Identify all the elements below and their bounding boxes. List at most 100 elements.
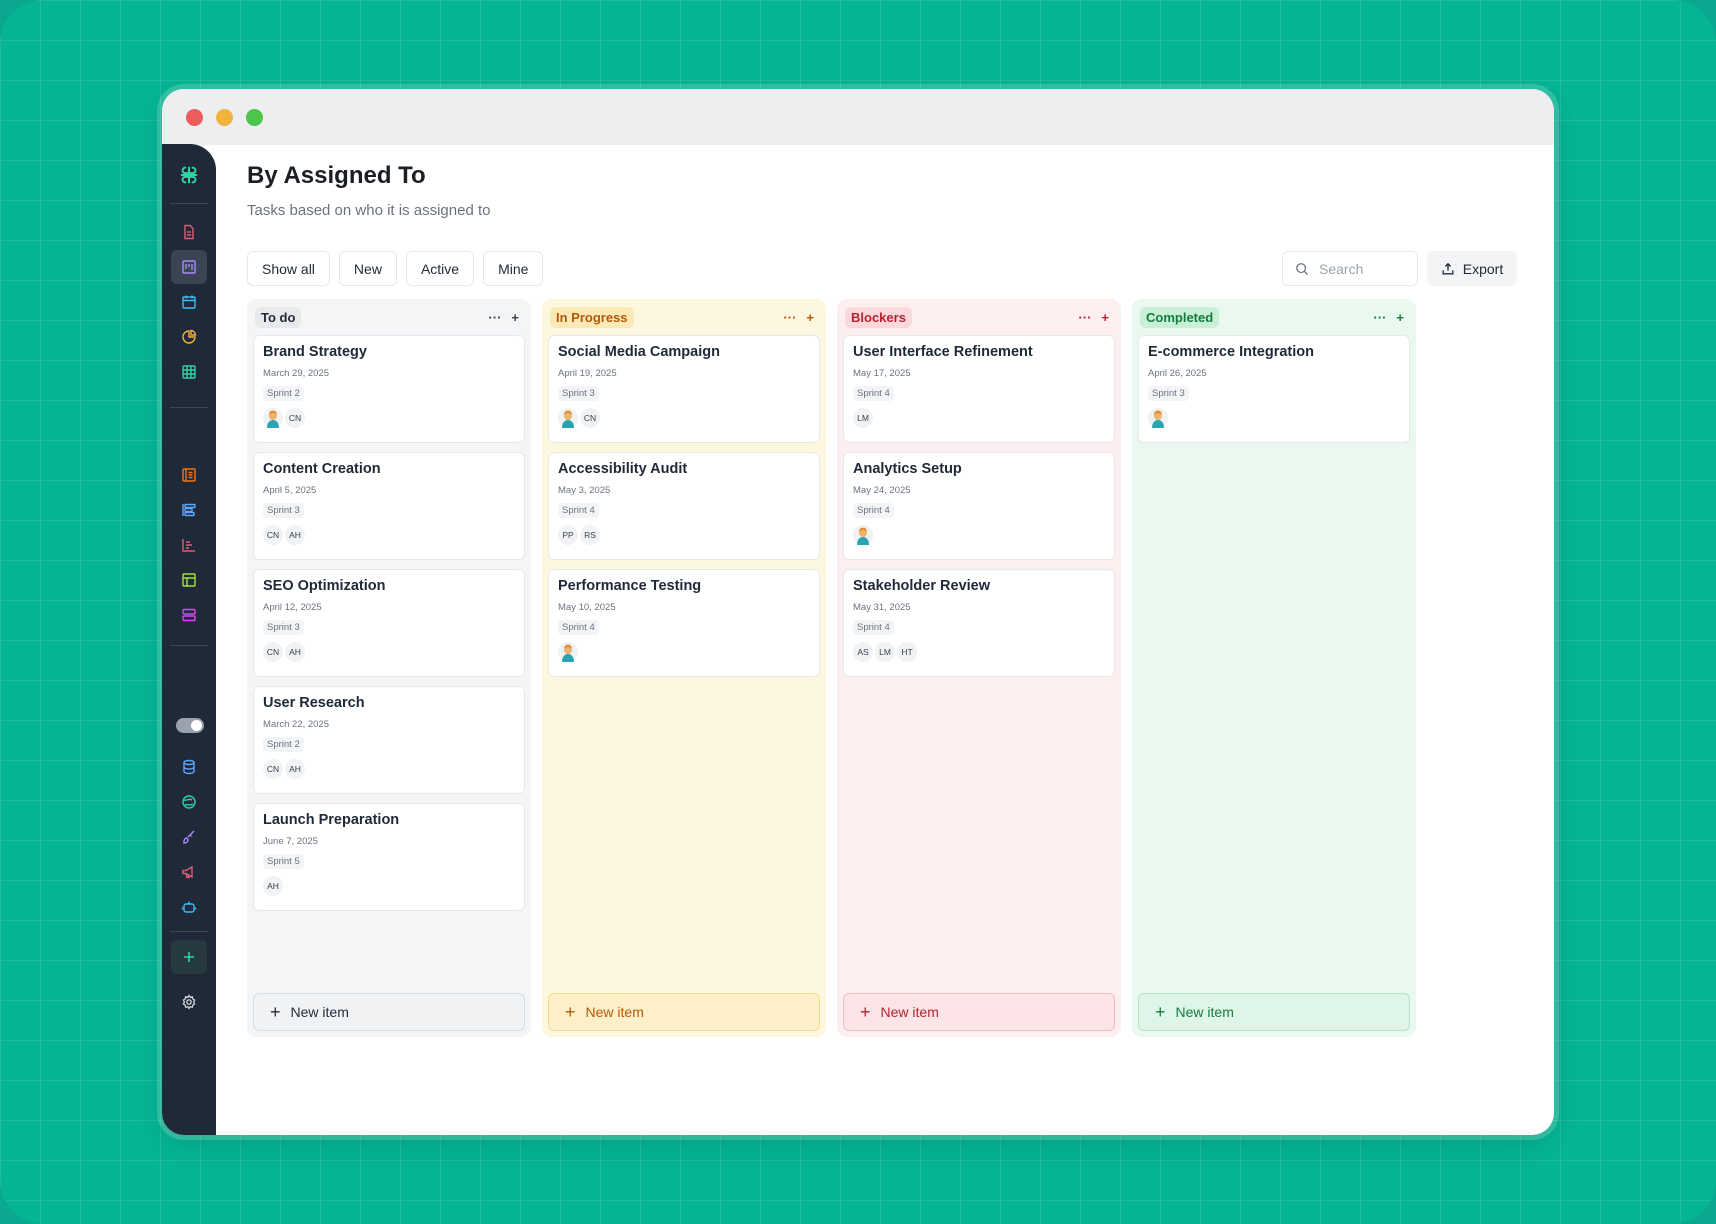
- filter-show-all-button[interactable]: Show all: [247, 251, 330, 286]
- card-date: May 24, 2025: [853, 485, 911, 496]
- close-window-button[interactable]: [186, 109, 203, 126]
- task-card[interactable]: User Interface Refinement May 17, 2025 Spr…: [843, 335, 1115, 443]
- calendar-icon[interactable]: [171, 285, 207, 319]
- board-icon[interactable]: [171, 250, 207, 284]
- search-input[interactable]: Search: [1282, 251, 1418, 286]
- assignee-avatar[interactable]: LM: [875, 642, 895, 662]
- card-date: May 17, 2025: [853, 368, 911, 379]
- rows-icon[interactable]: [171, 493, 207, 527]
- document-icon[interactable]: [171, 215, 207, 249]
- app-logo-icon[interactable]: [171, 158, 207, 192]
- assignee-list: CN: [263, 408, 515, 428]
- assignee-avatar[interactable]: CN: [263, 759, 283, 779]
- task-card[interactable]: Content Creation April 5, 2025 Sprint 3 CN A…: [253, 452, 525, 560]
- export-button[interactable]: Export: [1427, 251, 1517, 286]
- sprint-badge: Sprint 4: [853, 386, 894, 401]
- column-tools: ··· +: [1078, 310, 1113, 325]
- more-options-icon[interactable]: ···: [1078, 310, 1091, 325]
- task-card[interactable]: User Research March 22, 2025 Sprint 2 CN AH: [253, 686, 525, 794]
- assignee-avatar[interactable]: CN: [285, 408, 305, 428]
- assignee-list: CN: [558, 408, 810, 428]
- more-options-icon[interactable]: ···: [1373, 310, 1386, 325]
- new-item-button[interactable]: + New item: [548, 993, 820, 1031]
- new-item-button[interactable]: + New item: [253, 993, 525, 1031]
- assignee-avatar[interactable]: AH: [285, 642, 305, 662]
- card-title: E-commerce Integration: [1148, 344, 1314, 360]
- gear-icon[interactable]: [171, 985, 207, 1019]
- avatar-photo[interactable]: [558, 408, 578, 428]
- bar-chart-icon[interactable]: [171, 528, 207, 562]
- assignee-list: CN AH: [263, 525, 515, 545]
- task-card[interactable]: E-commerce Integration April 26, 2025 Spri…: [1138, 335, 1410, 443]
- brush-icon[interactable]: [171, 820, 207, 854]
- assignee-avatar[interactable]: PP: [558, 525, 578, 545]
- add-card-icon[interactable]: +: [1396, 310, 1404, 325]
- more-options-icon[interactable]: ···: [783, 310, 796, 325]
- plus-icon: +: [860, 1001, 871, 1022]
- card-title: Launch Preparation: [263, 812, 400, 828]
- assignee-avatar[interactable]: AS: [853, 642, 873, 662]
- card-title: Social Media Campaign: [558, 344, 720, 360]
- pie-chart-icon[interactable]: [171, 320, 207, 354]
- globe-icon[interactable]: [171, 785, 207, 819]
- add-card-icon[interactable]: +: [806, 310, 814, 325]
- new-item-button[interactable]: + New item: [843, 993, 1115, 1031]
- sidebar-divider: [170, 407, 208, 408]
- filter-mine-button[interactable]: Mine: [483, 251, 544, 286]
- assignee-avatar[interactable]: HT: [897, 642, 917, 662]
- filter-active-button[interactable]: Active: [405, 251, 475, 286]
- avatar-photo[interactable]: [558, 642, 578, 662]
- maximize-window-button[interactable]: [246, 109, 263, 126]
- avatar-photo[interactable]: [1148, 408, 1168, 428]
- page-title: By Assigned To: [247, 162, 426, 189]
- add-card-icon[interactable]: +: [1101, 310, 1109, 325]
- avatar-photo[interactable]: [853, 525, 873, 545]
- assignee-avatar[interactable]: CN: [580, 408, 600, 428]
- column-title: Blockers: [845, 306, 912, 328]
- column-to-do: To do ··· + Brand Strategy March 29, 2025 Spr…: [247, 299, 531, 1037]
- task-card[interactable]: Performance Testing May 10, 2025 Sprint 4: [548, 569, 820, 677]
- grid-icon[interactable]: [171, 563, 207, 597]
- add-card-icon[interactable]: +: [511, 310, 519, 325]
- filter-new-button[interactable]: New: [338, 251, 397, 286]
- assignee-avatar[interactable]: CN: [263, 525, 283, 545]
- card-date: March 29, 2025: [263, 368, 330, 379]
- sprint-badge: Sprint 4: [853, 620, 894, 635]
- task-card[interactable]: Social Media Campaign April 19, 2025 Sprin…: [548, 335, 820, 443]
- assignee-avatar[interactable]: AH: [263, 876, 283, 896]
- assignee-list: CN AH: [263, 642, 515, 662]
- card-list: Brand Strategy March 29, 2025 Sprint 2 CN Co…: [253, 335, 525, 911]
- assignee-avatar[interactable]: AH: [285, 525, 305, 545]
- task-card[interactable]: Analytics Setup May 24, 2025 Sprint 4: [843, 452, 1115, 560]
- assignee-avatar[interactable]: LM: [853, 408, 873, 428]
- card-title: Content Creation: [263, 461, 381, 477]
- avatar-photo[interactable]: [263, 408, 283, 428]
- column-tools: ··· +: [783, 310, 818, 325]
- card-date: April 12, 2025: [263, 602, 322, 613]
- task-card[interactable]: Launch Preparation June 7, 2025 Sprint 5 AH: [253, 803, 525, 911]
- database-icon[interactable]: [171, 750, 207, 784]
- plus-icon: +: [565, 1001, 576, 1022]
- list-icon[interactable]: [171, 458, 207, 492]
- search-placeholder: Search: [1319, 260, 1364, 277]
- assignee-avatar[interactable]: CN: [263, 642, 283, 662]
- theme-toggle[interactable]: [176, 718, 204, 733]
- window-titlebar: [162, 89, 1554, 145]
- task-card[interactable]: Accessibility Audit May 3, 2025 Sprint 4 PP…: [548, 452, 820, 560]
- minimize-window-button[interactable]: [216, 109, 233, 126]
- sprint-badge: Sprint 3: [263, 620, 304, 635]
- new-item-button[interactable]: + New item: [1138, 993, 1410, 1031]
- card-title: User Interface Refinement: [853, 344, 1033, 360]
- assignee-avatar[interactable]: RS: [580, 525, 600, 545]
- task-card[interactable]: Stakeholder Review May 31, 2025 Sprint 4 AS…: [843, 569, 1115, 677]
- task-card[interactable]: SEO Optimization April 12, 2025 Sprint 3 CN…: [253, 569, 525, 677]
- more-options-icon[interactable]: ···: [488, 310, 501, 325]
- page-subtitle: Tasks based on who it is assigned to: [247, 202, 491, 219]
- table-icon[interactable]: [171, 355, 207, 389]
- megaphone-icon[interactable]: [171, 855, 207, 889]
- assignee-avatar[interactable]: AH: [285, 759, 305, 779]
- stack-icon[interactable]: [171, 598, 207, 632]
- add-workspace-button[interactable]: [171, 940, 207, 974]
- task-card[interactable]: Brand Strategy March 29, 2025 Sprint 2 CN: [253, 335, 525, 443]
- bot-icon[interactable]: [171, 890, 207, 924]
